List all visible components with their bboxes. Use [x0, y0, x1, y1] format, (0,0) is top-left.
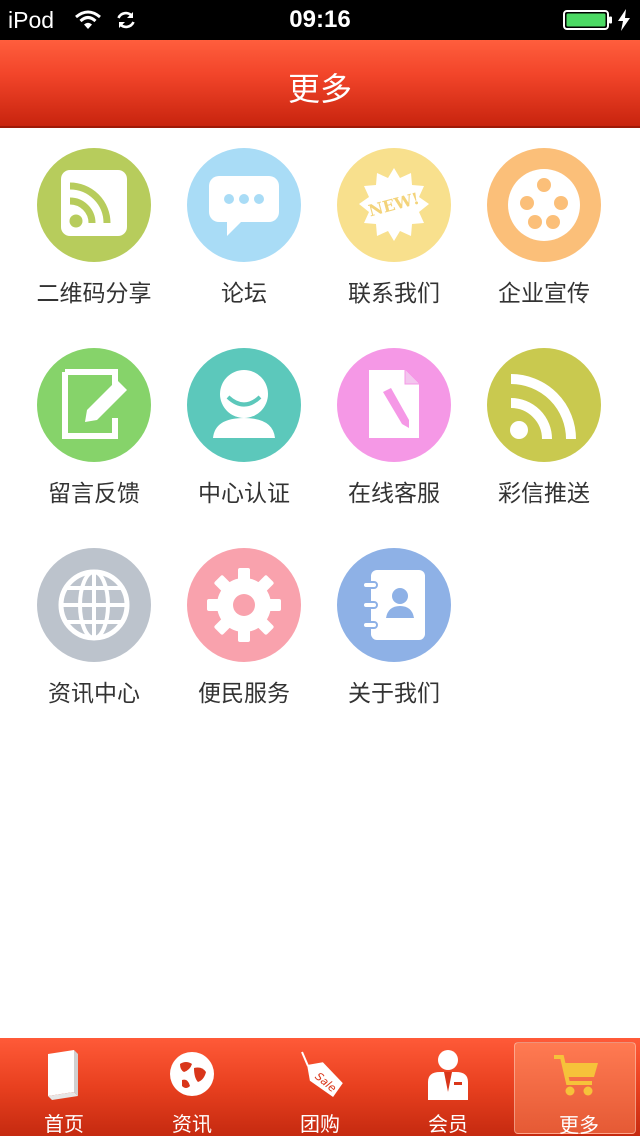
grid-item-label: 中心认证 [198, 481, 290, 507]
grid-item-contact-us[interactable]: NEW! 联系我们 [319, 128, 469, 308]
grid-item-label: 关于我们 [348, 681, 440, 707]
status-bar: iPod 09:16 [0, 0, 640, 40]
member-icon [428, 1050, 468, 1100]
icon-circle [37, 148, 151, 262]
grid-item-convenience-service[interactable]: 便民服务 [169, 528, 319, 708]
tab-label: 会员 [428, 1112, 468, 1136]
icon-circle [187, 348, 301, 462]
book-icon [48, 1050, 78, 1100]
tab-bar: 首页 资讯 Sale 团购 会员 更多 [0, 1038, 640, 1136]
grid-item-feedback[interactable]: 留言反馈 [19, 328, 169, 508]
icon-circle [187, 148, 301, 262]
tab-label: 首页 [44, 1112, 84, 1136]
globe-icon [58, 569, 130, 641]
icon-circle [487, 348, 601, 462]
grid-item-label: 企业宣传 [498, 281, 590, 307]
clock-label: 09:16 [289, 6, 351, 33]
grid-item-label: 联系我们 [348, 281, 440, 307]
tab-group-buy[interactable]: Sale 团购 [256, 1038, 384, 1136]
gear-icon [207, 568, 281, 642]
icon-circle [337, 348, 451, 462]
grid-item-label: 在线客服 [348, 481, 440, 507]
grid-item-news-center[interactable]: 资讯中心 [19, 528, 169, 708]
sale-tag-icon: Sale [301, 1051, 343, 1098]
grid-item-label: 二维码分享 [36, 281, 152, 307]
user-icon [213, 370, 275, 438]
chat-bubble-icon [209, 176, 279, 236]
tab-more[interactable]: 更多 [514, 1042, 636, 1136]
document-pen-icon [369, 370, 419, 438]
icon-circle [487, 148, 601, 262]
icon-circle [337, 548, 451, 662]
grid-item-qrcode-share[interactable]: 二维码分享 [19, 128, 169, 308]
grid-item-mms-push[interactable]: 彩信推送 [469, 328, 619, 508]
grid-item-about-us[interactable]: 关于我们 [319, 528, 469, 708]
grid-item-center-certification[interactable]: 中心认证 [169, 328, 319, 508]
shopping-cart-icon [554, 1055, 598, 1096]
globe-icon [170, 1052, 214, 1096]
contacts-book-icon [362, 570, 425, 640]
tab-label: 资讯 [172, 1112, 212, 1136]
charging-icon [618, 9, 630, 31]
grid-item-label: 资讯中心 [48, 681, 140, 707]
film-reel-icon [508, 169, 580, 241]
edit-note-icon [62, 369, 127, 439]
icon-circle [187, 548, 301, 662]
grid-item-enterprise-promo[interactable]: 企业宣传 [469, 128, 619, 308]
tab-label: 更多 [559, 1113, 599, 1136]
page-title: 更多 [287, 70, 352, 108]
tab-label: 团购 [300, 1112, 340, 1136]
battery-icon [563, 10, 612, 30]
icon-circle: NEW! [337, 148, 451, 262]
grid-item-label: 彩信推送 [498, 481, 590, 507]
icon-circle [37, 548, 151, 662]
new-badge-icon: NEW! [359, 168, 429, 241]
nav-bar: 更多 [0, 40, 640, 128]
rss-square-icon [61, 170, 127, 236]
tab-news[interactable]: 资讯 [128, 1038, 256, 1136]
grid-item-label: 便民服务 [198, 681, 290, 707]
tab-home[interactable]: 首页 [0, 1038, 128, 1136]
grid-item-online-service[interactable]: 在线客服 [319, 328, 469, 508]
grid-item-label: 留言反馈 [48, 481, 140, 507]
icon-circle [37, 348, 151, 462]
tab-member[interactable]: 会员 [384, 1038, 512, 1136]
rss-feed-icon [510, 374, 576, 440]
grid-item-label: 论坛 [221, 281, 267, 307]
grid-item-forum[interactable]: 论坛 [169, 128, 319, 308]
